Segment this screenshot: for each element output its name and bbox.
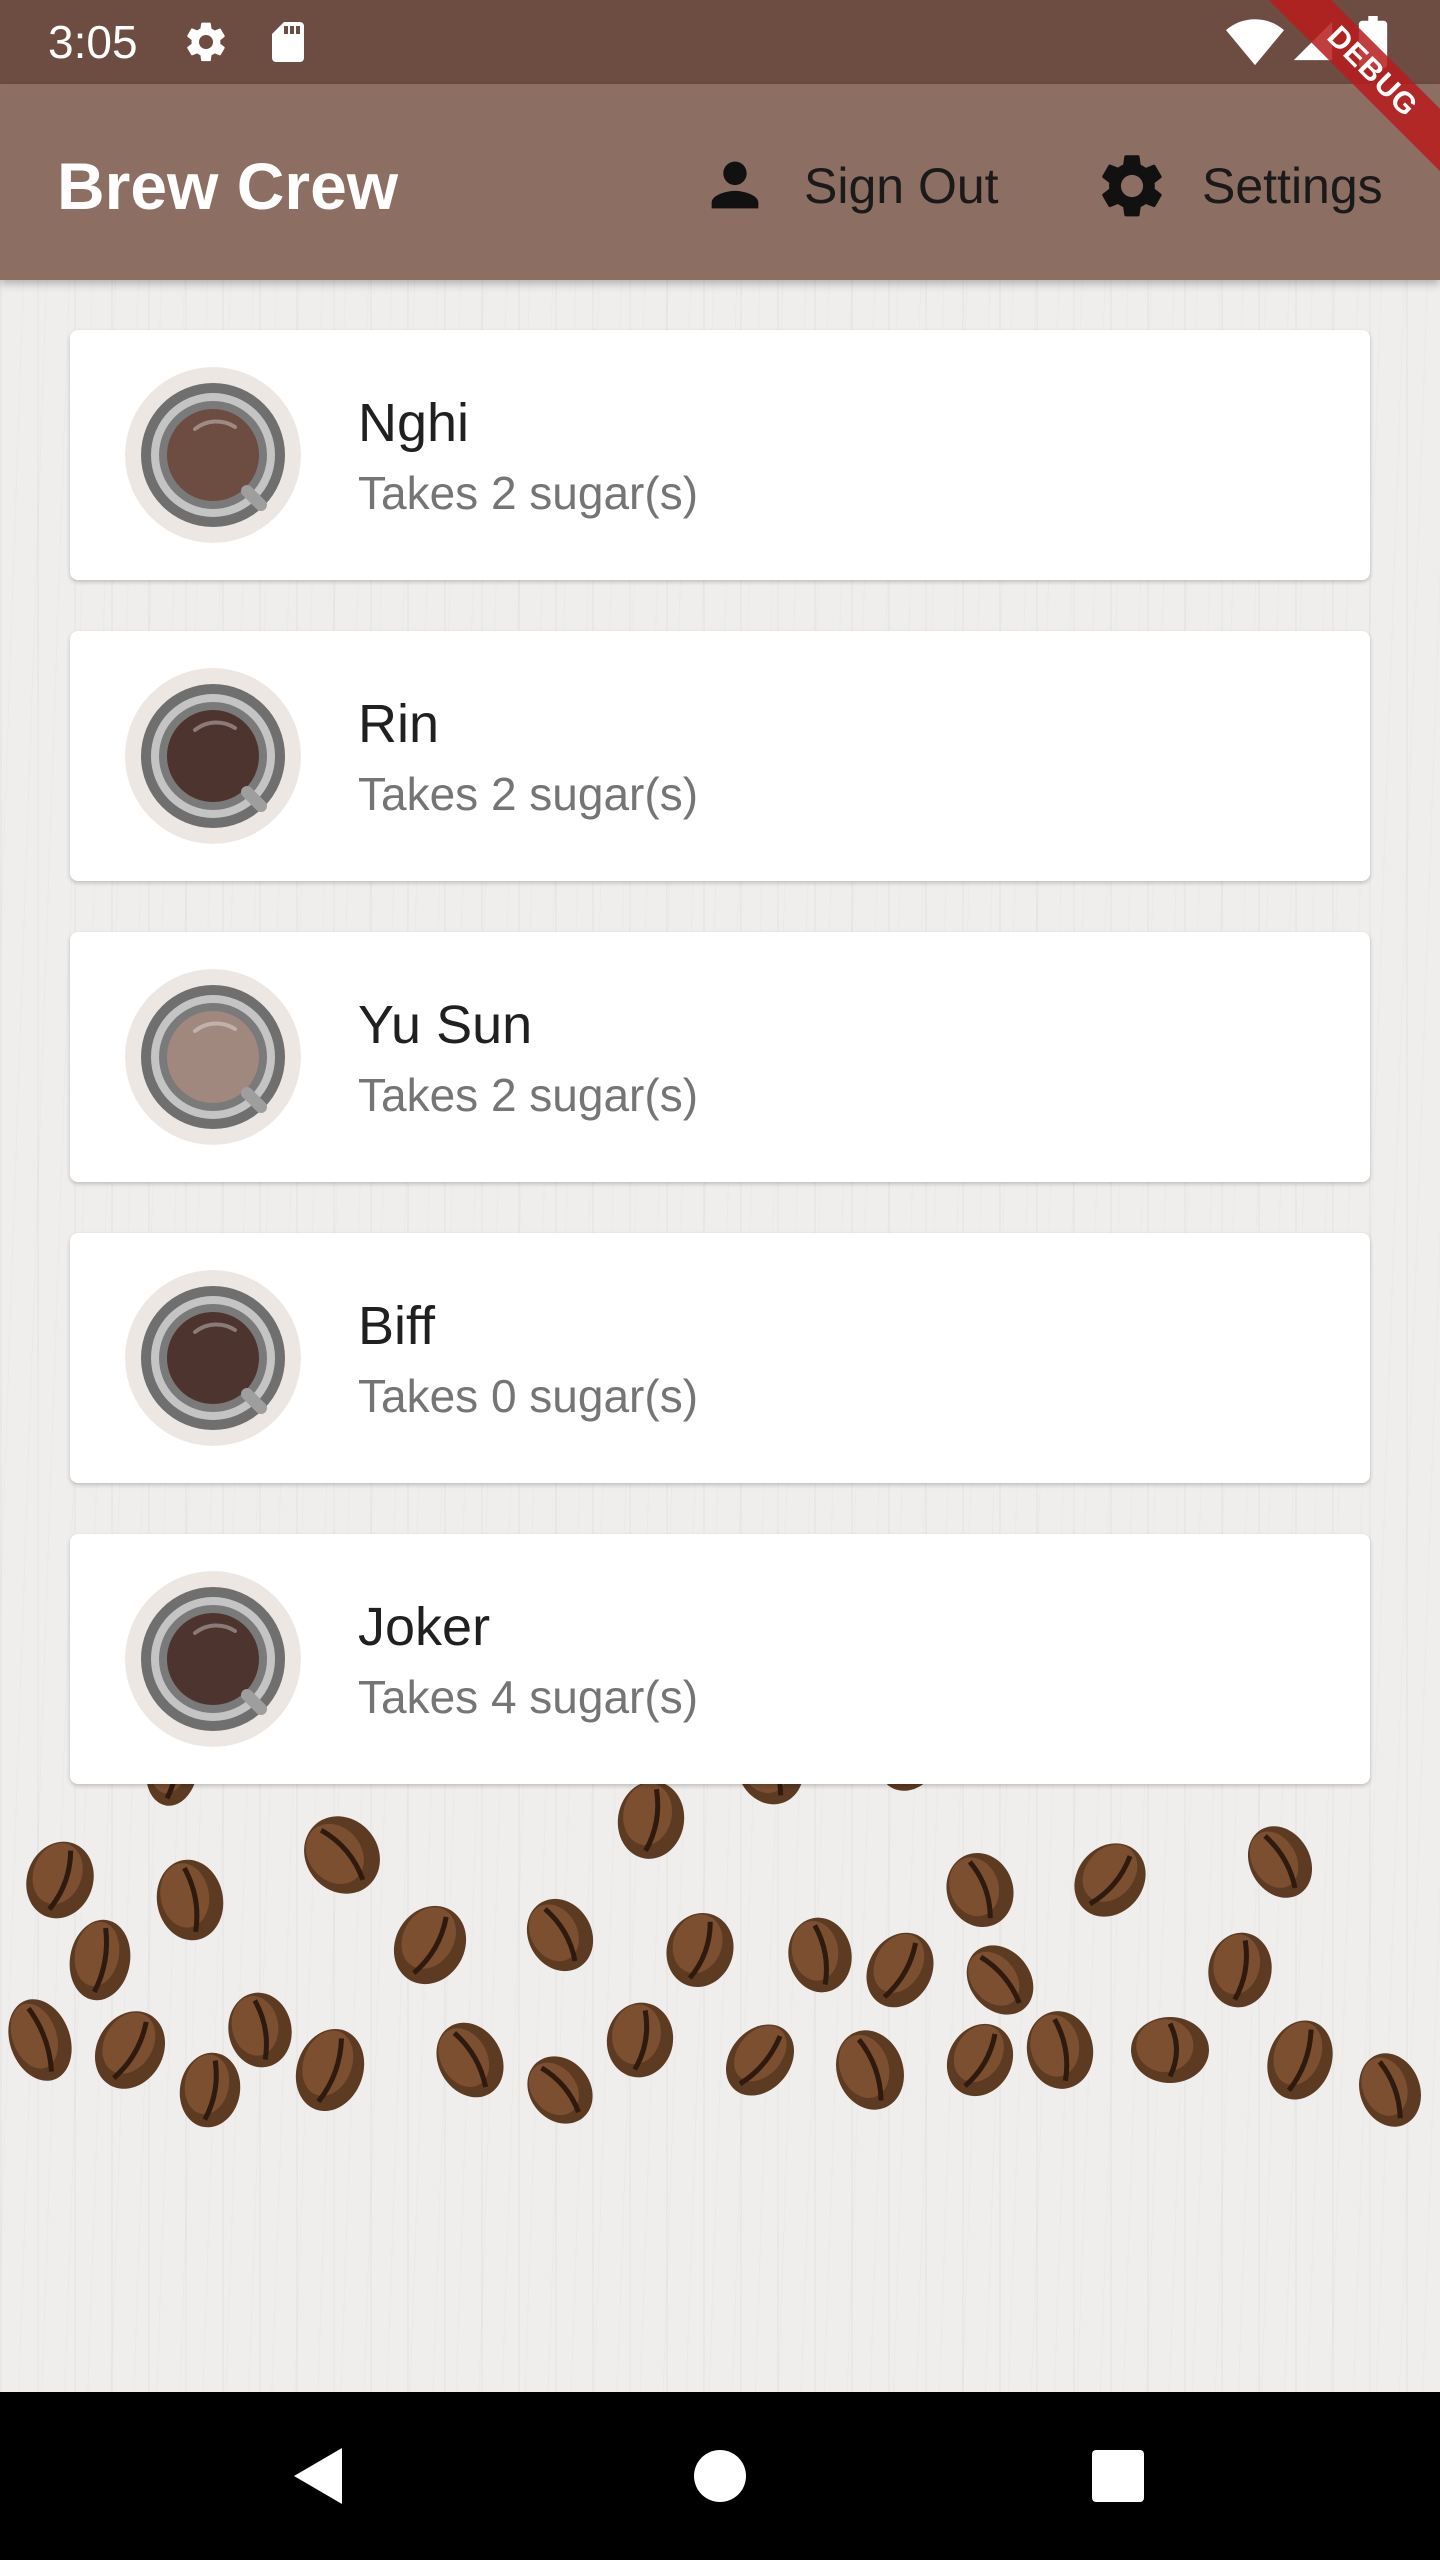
brew-name: Biff <box>358 1296 436 1356</box>
status-time: 3:05 <box>48 16 138 68</box>
status-bar: 3:05 <box>0 0 1440 84</box>
app-bar: Brew Crew Sign Out Settings <box>0 84 1440 280</box>
recents-icon[interactable] <box>1078 2436 1158 2516</box>
settings-button[interactable]: Settings <box>1090 140 1410 232</box>
brew-card[interactable]: Joker Takes 4 sugar(s) <box>70 1534 1370 1784</box>
settings-icon <box>187 22 225 62</box>
coffee-cup-avatar <box>125 367 301 543</box>
coffee-cup-avatar <box>125 969 301 1145</box>
navigation-bar <box>0 2392 1440 2560</box>
brew-card[interactable]: Rin Takes 2 sugar(s) <box>70 631 1370 881</box>
brew-sugar-count: Takes 2 sugar(s) <box>358 768 699 820</box>
brew-sugar-count: Takes 2 sugar(s) <box>358 1069 699 1121</box>
person-icon <box>711 161 759 209</box>
sign-out-button[interactable]: Sign Out <box>690 140 1020 232</box>
brew-sugar-count: Takes 0 sugar(s) <box>358 1370 699 1422</box>
wifi-icon <box>1226 19 1284 66</box>
cell-signal-icon <box>1293 21 1333 61</box>
brew-card[interactable]: Yu Sun Takes 2 sugar(s) <box>70 932 1370 1182</box>
coffee-cup-avatar <box>125 1571 301 1747</box>
brew-sugar-count: Takes 4 sugar(s) <box>358 1671 699 1723</box>
back-icon[interactable] <box>278 2436 358 2516</box>
settings-label: Settings <box>1202 158 1383 214</box>
brew-name: Nghi <box>358 393 470 453</box>
home-icon[interactable] <box>680 2436 760 2516</box>
sign-out-label: Sign Out <box>804 158 999 214</box>
gear-icon <box>1102 155 1162 217</box>
brew-name: Rin <box>358 694 440 754</box>
coffee-cup-avatar <box>125 668 301 844</box>
sd-card-icon <box>272 22 304 62</box>
brew-card[interactable]: Nghi Takes 2 sugar(s) <box>70 330 1370 580</box>
coffee-cup-avatar <box>125 1270 301 1446</box>
brew-name: Yu Sun <box>358 995 533 1055</box>
app-title: Brew Crew <box>57 149 399 223</box>
battery-icon <box>1358 16 1388 68</box>
brew-card[interactable]: Biff Takes 0 sugar(s) <box>70 1233 1370 1483</box>
brew-sugar-count: Takes 2 sugar(s) <box>358 467 699 519</box>
brew-name: Joker <box>358 1597 491 1657</box>
